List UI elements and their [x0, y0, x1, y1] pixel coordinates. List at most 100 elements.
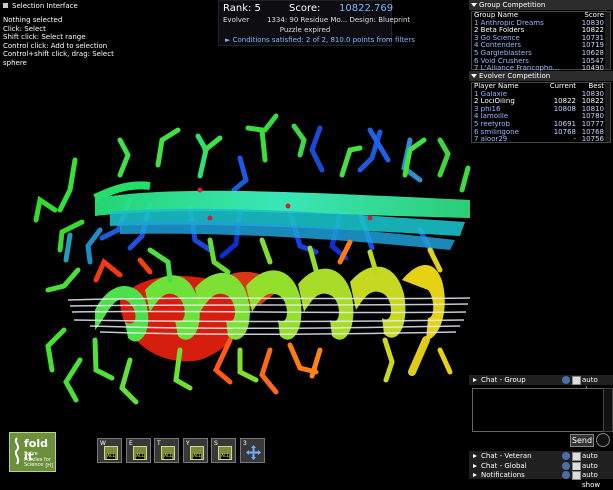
player-best: 10810: [581, 105, 604, 113]
column-header: Group Name: [474, 12, 519, 19]
sidechains-front: [33, 113, 471, 405]
evolver-competition-table: Player Name Current Best 1 Galaxie 10830 …: [471, 82, 611, 143]
selection-help-line: Shift click: Select range: [3, 33, 86, 41]
move-tool-button[interactable]: 3: [240, 438, 265, 463]
conditions-link[interactable]: ► Conditions satisfied: 2 of 2, 810.0 po…: [225, 36, 415, 44]
player-current: 10808: [553, 105, 576, 113]
info-icon[interactable]: [562, 452, 570, 460]
group-competition-header[interactable]: Group Competition: [469, 0, 613, 10]
table-row[interactable]: 2 Beta Folders 10822: [472, 27, 610, 35]
group-score: 10719: [581, 42, 604, 50]
group-score: 10628: [581, 49, 604, 57]
evolver-competition-header[interactable]: Evolver Competition: [469, 71, 613, 81]
player-best: 10777: [581, 120, 604, 128]
rebuild-tool-button[interactable]: Y ALL: [183, 438, 208, 463]
chat-veteran-header[interactable]: Chat - Veteran auto show: [469, 451, 613, 470]
table-row[interactable]: 5 Gargleblasters 10628: [472, 50, 610, 58]
all-label: ALL: [193, 454, 202, 459]
player-name: 6 smilingone: [474, 128, 519, 136]
column-header: Player Name: [474, 83, 519, 90]
player-best: 10780: [581, 113, 604, 121]
player-name: 4 lamoille: [474, 113, 509, 121]
player-current: 10768: [553, 128, 576, 136]
group-name: 1 Anthropic Dreams: [474, 19, 544, 27]
ribbon-icon: [14, 437, 20, 465]
player-name: 7 aloor29: [474, 136, 508, 144]
expand-arrow-icon: [473, 473, 477, 477]
auto-show-checkbox[interactable]: [572, 452, 581, 461]
chat-group-label: Chat - Group: [481, 376, 526, 384]
chat-veteran-label: Chat - Veteran: [481, 452, 532, 460]
table-row[interactable]: 6 Void Crushers 10547: [472, 58, 610, 66]
player-name: 5 reefyrob: [474, 120, 510, 128]
all-label: ALL: [221, 454, 230, 459]
player-best: 10822: [581, 98, 604, 106]
group-competition-table: Group Name Score 1 Anthropic Dreams 10830…: [471, 11, 611, 72]
group-name: 3 Go Science: [474, 34, 520, 42]
player-current: 10691: [553, 120, 576, 128]
move-arrows-icon: [246, 445, 261, 460]
info-icon[interactable]: [562, 376, 570, 384]
help-icon[interactable]: [596, 433, 610, 447]
selection-help-line: Click: Select: [3, 24, 46, 33]
player-current: 10822: [553, 98, 576, 106]
scrollbar[interactable]: [605, 83, 610, 142]
notifications-header[interactable]: Notifications auto show: [469, 470, 613, 489]
column-header: Best: [588, 83, 604, 90]
evolver-competition-title: Evolver Competition: [479, 72, 551, 80]
selection-help-line: Control+shift click, drag: Select sphere: [3, 50, 114, 67]
player-name: 3 phi16: [474, 105, 501, 113]
puzzle-status: Puzzle expired: [279, 26, 331, 34]
group-name: 4 Contenders: [474, 42, 522, 50]
group-score: 10547: [581, 57, 604, 65]
auto-show-checkbox[interactable]: [572, 376, 581, 385]
all-label: ALL: [164, 454, 173, 459]
group-name: 6 Void Crushers: [474, 57, 529, 65]
selection-interface-title: Selection Interface: [12, 2, 78, 10]
selection-help-text: Nothing selected Click: Select Shift cli…: [0, 12, 132, 67]
player-name: 2 LociOiling: [474, 98, 515, 106]
table-row[interactable]: 4 Contenders 10719: [472, 42, 610, 50]
panel-bullet-icon: [3, 3, 8, 8]
player-best: 10756: [581, 136, 604, 144]
chat-group-header[interactable]: Chat - Group auto show: [469, 375, 613, 394]
player-best: 10830: [581, 90, 604, 98]
expand-arrow-icon: [473, 454, 477, 458]
shake-tool-button[interactable]: S ALL: [211, 438, 236, 463]
group-competition-title: Group Competition: [479, 1, 546, 9]
column-header: Score: [584, 12, 604, 19]
foldit-logo[interactable]: fold it Solve Puzzles for Science [H]: [9, 432, 56, 472]
table-row[interactable]: 7 aloor29 -10756: [472, 136, 610, 144]
table-header-row: Player Name Current Best: [472, 83, 610, 91]
expand-arrow-icon: [473, 378, 477, 382]
all-label: ALL: [107, 454, 116, 459]
player-best: 10768: [581, 128, 604, 136]
scrollbar[interactable]: [605, 12, 610, 69]
evolver-label: Evolver: [223, 16, 250, 24]
wiggle-tool-button[interactable]: W ALL: [97, 438, 122, 463]
table-row[interactable]: 4 lamoille 10780: [472, 113, 610, 121]
info-icon[interactable]: [562, 462, 570, 470]
score-header: Rank: 5 Score: 10822.769 Evolver 1334: 9…: [218, 0, 415, 46]
collapse-triangle-icon: [471, 3, 477, 7]
chat-message-area[interactable]: [472, 388, 604, 432]
evolver-competition-panel: Evolver Competition Player Name Current …: [469, 71, 613, 143]
table-header-row: Group Name Score: [472, 12, 610, 20]
conditions-text: Conditions satisfied: 2 of 2, 810.0 poin…: [232, 36, 415, 44]
table-row[interactable]: 2 LociOiling 10822 10822: [472, 98, 610, 106]
wiggle-sidechains-tool-button[interactable]: E ALL: [126, 438, 151, 463]
selection-help-line: Control click: Add to selection: [3, 41, 108, 50]
rank-label: Rank: 5: [223, 3, 261, 14]
logo-level: [H]: [45, 463, 53, 469]
group-name: 5 Gargleblasters: [474, 49, 532, 57]
table-row[interactable]: 5 reefyrob 10691 10777: [472, 121, 610, 129]
table-row[interactable]: 1 Anthropic Dreams 10830: [472, 20, 610, 28]
chat-scrollbar[interactable]: [603, 388, 613, 432]
info-icon[interactable]: [562, 471, 570, 479]
table-row[interactable]: 3 Go Science 10731: [472, 35, 610, 43]
tweak-tool-button[interactable]: T ALL: [154, 438, 179, 463]
table-row[interactable]: 6 smilingone 10768 10768: [472, 129, 610, 137]
table-row[interactable]: 1 Galaxie 10830: [472, 91, 610, 99]
table-row[interactable]: 3 phi16 10808 10810: [472, 106, 610, 114]
send-button[interactable]: Send: [570, 434, 594, 447]
